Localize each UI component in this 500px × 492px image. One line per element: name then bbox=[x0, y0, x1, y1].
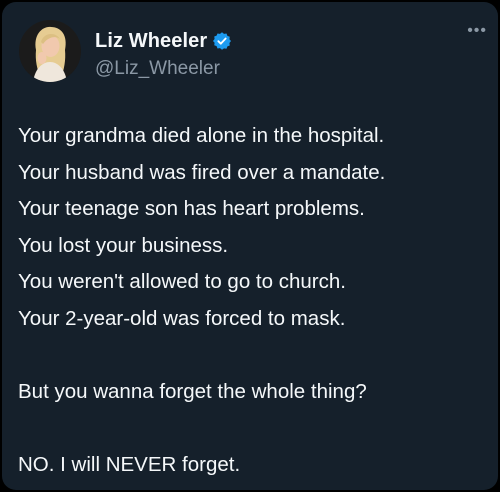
more-options-icon[interactable]: ••• bbox=[467, 23, 487, 39]
tweet-question: But you wanna forget the whole thing? bbox=[18, 380, 367, 404]
display-name[interactable]: Liz Wheeler bbox=[95, 30, 207, 53]
tweet-line: You weren't allowed to go to church. bbox=[18, 270, 346, 294]
tweet-line: You lost your business. bbox=[18, 233, 229, 257]
verified-badge-icon bbox=[212, 31, 232, 51]
tweet-card: Liz Wheeler @Liz_Wheeler ••• Your grandm… bbox=[2, 2, 498, 490]
tweet-header: Liz Wheeler @Liz_Wheeler ••• bbox=[19, 20, 489, 84]
tweet-line: Your husband was fired over a mandate. bbox=[18, 160, 386, 184]
tweet-conclusion: NO. I will NEVER forget. bbox=[18, 453, 241, 477]
tweet-line: Your 2-year-old was forced to mask. bbox=[18, 306, 346, 330]
display-name-row: Liz Wheeler bbox=[95, 28, 232, 54]
profile-photo-icon bbox=[19, 20, 81, 82]
tweet-line: Your grandma died alone in the hospital. bbox=[18, 124, 385, 147]
tweet-line: Your teenage son has heart problems. bbox=[18, 197, 365, 221]
avatar[interactable] bbox=[19, 20, 81, 82]
author-handle[interactable]: @Liz_Wheeler bbox=[95, 58, 232, 80]
tweet-text: Your grandma died alone in the hospital.… bbox=[18, 118, 488, 484]
author-info: Liz Wheeler @Liz_Wheeler bbox=[95, 28, 232, 80]
